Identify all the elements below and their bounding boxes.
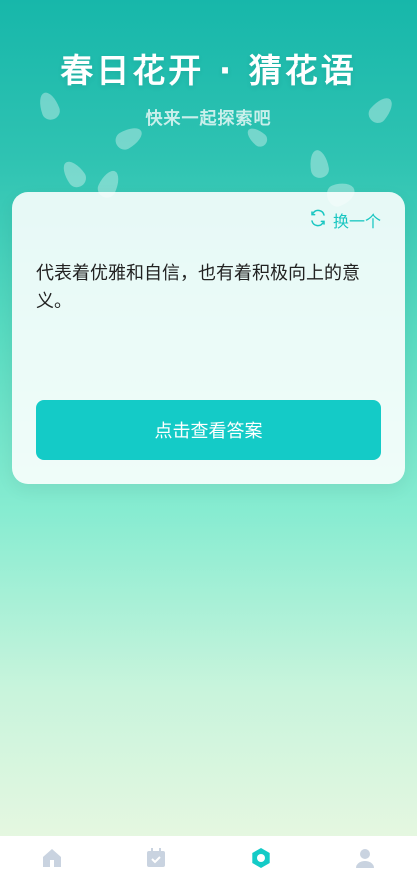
refresh-label: 换一个 <box>332 212 381 231</box>
refresh-icon <box>309 209 327 231</box>
tab-checkin[interactable] <box>126 836 186 883</box>
calendar-check-icon <box>144 846 168 874</box>
decorative-leaf <box>58 157 90 191</box>
page-subtitle: 快来一起探索吧 <box>145 109 272 129</box>
reveal-answer-button[interactable]: 点击查看答案 <box>36 400 381 460</box>
tab-flower[interactable] <box>231 836 291 883</box>
tab-profile[interactable] <box>335 836 395 883</box>
user-icon <box>353 846 377 874</box>
home-icon <box>40 846 64 874</box>
bottom-tab-bar <box>0 836 417 883</box>
refresh-button[interactable]: 换一个 <box>309 208 381 232</box>
flower-icon <box>249 846 273 874</box>
riddle-clue: 代表着优雅和自信，也有着积极向上的意义。 <box>36 263 360 312</box>
page-title: 春日花开 · 猜花语 <box>60 51 357 90</box>
tab-home[interactable] <box>22 836 82 883</box>
decorative-leaf <box>307 148 331 180</box>
riddle-card: 换一个 代表着优雅和自信，也有着积极向上的意义。 点击查看答案 <box>12 192 405 484</box>
